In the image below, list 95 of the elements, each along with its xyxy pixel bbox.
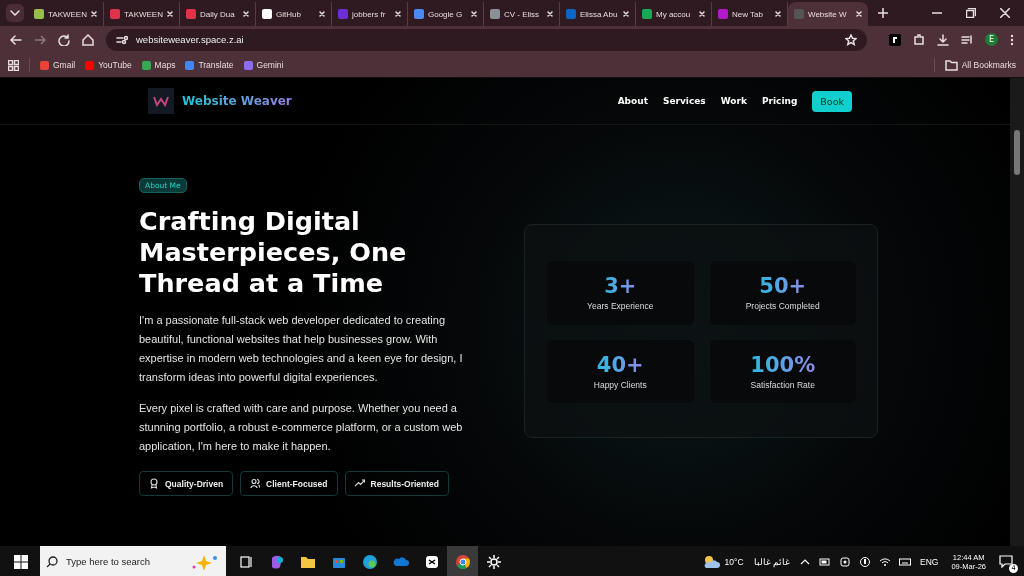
tab-title: TAKWEEN <box>124 9 163 19</box>
tab-title: New Tab <box>732 9 764 19</box>
weather-temperature: 10°C <box>724 556 744 567</box>
hero-heading: Crafting Digital Masterpieces, One Thread at a Time <box>139 206 408 299</box>
book-button[interactable]: Book <box>812 90 852 112</box>
close-icon[interactable] <box>243 11 249 17</box>
feature-chip: Quality-Driven <box>139 471 234 496</box>
close-icon[interactable] <box>395 11 401 17</box>
bookmark-label: Maps <box>154 60 176 70</box>
wifi-icon[interactable] <box>878 555 891 568</box>
bookmark-item[interactable]: Maps <box>141 60 176 70</box>
restore-icon[interactable] <box>966 8 976 18</box>
new-tab-icon[interactable] <box>878 8 888 18</box>
close-icon[interactable] <box>1000 8 1010 18</box>
tab-title: Website W <box>808 9 848 19</box>
keyboard-icon[interactable] <box>898 555 911 568</box>
logo-icon[interactable] <box>148 88 174 114</box>
hero-paragraph: I'm a passionate full-stack web developer dedicated to creating beautiful, functional websites that help businesses grow. With expertise in modern web technologies and a keen eye for design, I transform ideas into powerful digital experiences. <box>139 313 464 385</box>
bookmark-label: Gmail <box>53 60 76 70</box>
task-view-icon[interactable] <box>237 553 254 570</box>
media-icon[interactable] <box>961 33 973 46</box>
capcut-icon[interactable] <box>423 553 440 570</box>
back-icon[interactable] <box>10 33 22 46</box>
all-bookmarks-button[interactable]: All Bookmarks <box>944 59 1016 71</box>
close-icon[interactable] <box>856 11 862 17</box>
bookmark-item[interactable]: Gemini <box>243 60 284 70</box>
download-icon[interactable] <box>937 33 949 46</box>
trend-icon <box>354 478 365 489</box>
sparkle-icon <box>190 553 220 570</box>
bookmark-label: Gemini <box>256 60 284 70</box>
profile-avatar[interactable]: E <box>985 33 998 46</box>
settings-icon[interactable] <box>485 553 502 570</box>
bookmark-item[interactable]: Gmail <box>40 60 76 70</box>
stat-label: Projects Completed <box>745 301 820 312</box>
search-icon <box>46 555 58 568</box>
search-field[interactable]: Type here to search <box>64 555 184 568</box>
close-icon[interactable] <box>167 11 173 17</box>
bookmark-item[interactable]: Translate <box>185 60 234 70</box>
tab-search-button[interactable] <box>6 4 24 22</box>
site-info-icon[interactable] <box>116 34 128 45</box>
forward-icon[interactable] <box>34 33 46 46</box>
close-icon[interactable] <box>775 11 781 17</box>
nav-link[interactable]: Work <box>720 96 747 106</box>
stat-label: Satisfaction Rate <box>750 379 815 390</box>
stat-label: Years Experience <box>587 301 654 312</box>
bookmark-label: YouTube <box>98 60 132 70</box>
notification-icon[interactable] <box>999 555 1013 568</box>
feature-chip: Client-Focused <box>240 471 338 496</box>
battery-icon[interactable] <box>818 555 831 568</box>
bookmark-item[interactable]: YouTube <box>85 60 132 70</box>
language-indicator[interactable]: ENG <box>919 556 939 567</box>
close-icon[interactable] <box>319 11 325 17</box>
bookmark-label: All Bookmarks <box>961 60 1016 70</box>
close-icon[interactable] <box>699 11 705 17</box>
tab-title: TAKWEEN <box>48 9 87 19</box>
nav-link[interactable]: Services <box>662 96 706 106</box>
close-icon[interactable] <box>623 11 629 17</box>
tab-title: Google G <box>428 9 464 19</box>
tab-title: jobbers fr <box>352 9 387 19</box>
tab-title: My accou <box>656 9 692 19</box>
puzzle-icon[interactable] <box>913 33 925 46</box>
hero-paragraph: Every pixel is crafted with care and purpose. Whether you need a stunning portfolio, a robust e-commerce platform, or a custom web application, I'm here to make it happen. <box>139 401 464 454</box>
tab-title: CV - Eliss <box>504 9 541 19</box>
nav-link[interactable]: About <box>617 96 648 106</box>
stat-label: Happy Clients <box>593 379 647 390</box>
taskbar-search-field[interactable]: Type here to search <box>40 546 226 576</box>
edge-icon[interactable] <box>361 553 378 570</box>
nav-link[interactable]: Pricing <box>761 96 798 106</box>
close-icon[interactable] <box>471 11 477 17</box>
extension-icon[interactable] <box>889 33 901 46</box>
camera-icon[interactable] <box>838 555 851 568</box>
reload-icon[interactable] <box>58 33 70 46</box>
award-icon <box>149 478 159 489</box>
weather-condition: غائم غالبا <box>753 556 790 567</box>
star-icon[interactable] <box>845 33 857 46</box>
tab-title: Daily Dua <box>200 9 236 19</box>
tab-title: GitHub <box>276 9 302 19</box>
close-icon[interactable] <box>91 11 97 17</box>
more-icon[interactable] <box>1010 33 1014 46</box>
folder-icon <box>944 59 958 71</box>
address-bar[interactable]: websiteweaver.space.z.ai <box>106 28 867 51</box>
url-text: websiteweaver.space.z.ai <box>136 34 244 45</box>
home-icon[interactable] <box>82 33 94 46</box>
browser-tab[interactable]: Website W <box>788 2 868 26</box>
scrollbar[interactable] <box>1010 78 1024 546</box>
close-icon[interactable] <box>547 11 553 17</box>
tab-title: Elissa Abu <box>580 9 619 19</box>
windows-icon[interactable] <box>14 554 28 569</box>
chevron-icon <box>10 10 20 16</box>
chrome-icon[interactable] <box>454 553 471 570</box>
brand-name[interactable]: Website Weaver <box>182 94 292 108</box>
users-icon <box>250 478 261 489</box>
feature-chip: Results-Oriented <box>344 471 449 496</box>
bookmark-label: Translate <box>198 60 234 70</box>
apps-icon[interactable] <box>8 59 19 71</box>
